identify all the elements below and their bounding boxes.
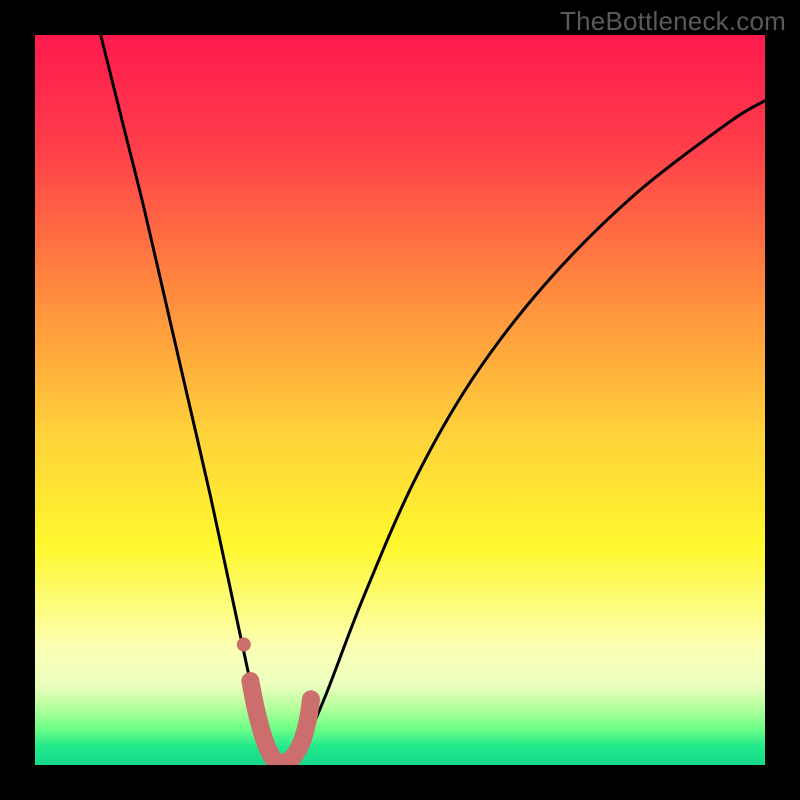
watermark-text: TheBottleneck.com [560, 6, 786, 37]
highlight-trough [250, 681, 311, 763]
bottleneck-curve [101, 35, 765, 763]
highlight-dot-icon [237, 638, 251, 652]
curve-layer [35, 35, 765, 765]
chart-frame: TheBottleneck.com [0, 0, 800, 800]
plot-area [35, 35, 765, 765]
